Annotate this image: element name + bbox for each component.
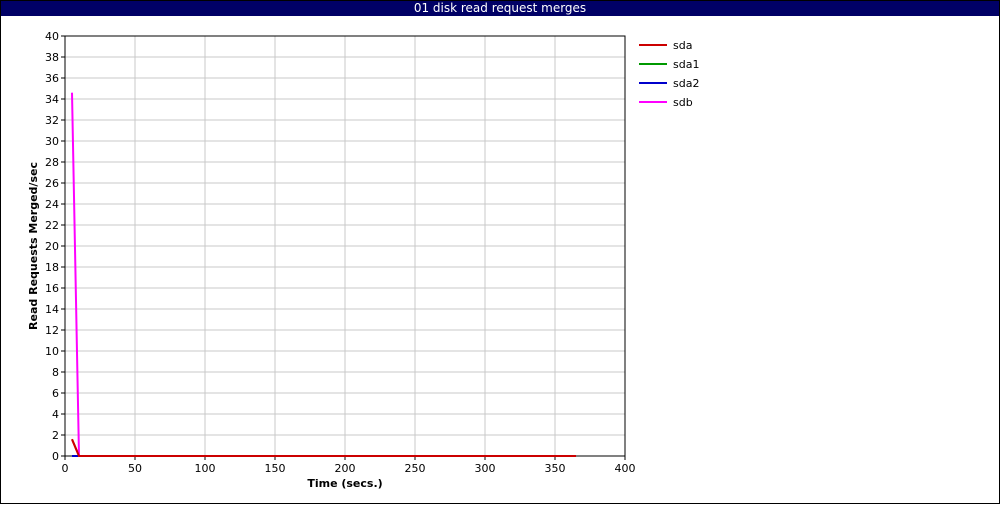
- series-lines: [71, 92, 576, 457]
- y-axis: 0246810121416182022242628303234363840: [45, 30, 65, 463]
- x-tick-label: 150: [265, 462, 286, 475]
- legend-label-sdb: sdb: [673, 96, 693, 109]
- y-tick-label: 20: [45, 240, 59, 253]
- series-line-sdb: [71, 92, 576, 457]
- x-tick-label: 350: [545, 462, 566, 475]
- x-axis-label: Time (secs.): [307, 477, 382, 490]
- y-tick-label: 12: [45, 324, 59, 337]
- x-tick-label: 400: [615, 462, 636, 475]
- legend-label-sda2: sda2: [673, 77, 699, 90]
- y-tick-label: 16: [45, 282, 59, 295]
- chart-window: 01 disk read request merges 0 2 4 6 8 10 12 14 1…: [0, 0, 1000, 504]
- y-tick-label: 24: [45, 198, 59, 211]
- x-tick-label: 50: [128, 462, 142, 475]
- series-line-sda-overlay: [71, 438, 576, 457]
- y-tick-label: 10: [45, 345, 59, 358]
- series-line-sda: [71, 438, 576, 457]
- y-tick-label: 40: [45, 30, 59, 43]
- y-tick-label: 2: [52, 429, 59, 442]
- x-tick-label: 0: [62, 462, 69, 475]
- y-tick-label: 26: [45, 177, 59, 190]
- y-tick-label: 38: [45, 51, 59, 64]
- grid-lines: [64, 35, 626, 457]
- y-tick-label: 4: [52, 408, 59, 421]
- chart-title: 01 disk read request merges: [1, 1, 999, 16]
- y-tick-label: 36: [45, 72, 59, 85]
- y-tick-label: 0: [52, 450, 59, 463]
- y-tick-label: 14: [45, 303, 59, 316]
- y-axis-label: Read Requests Merged/sec: [27, 162, 40, 330]
- line-chart: 0246810121416182022242628303234363840 05…: [27, 30, 699, 490]
- x-axis: 0 50 100 150 200 250 300 350 400: [62, 456, 636, 475]
- y-tick-label: 22: [45, 219, 59, 232]
- y-tick-label: 8: [52, 366, 59, 379]
- y-tick-label: 6: [52, 387, 59, 400]
- y-tick-label: 32: [45, 114, 59, 127]
- legend-label-sda: sda: [673, 39, 692, 52]
- y-tick-label: 34: [45, 93, 59, 106]
- legend: sda sda1 sda2 sdb: [639, 39, 699, 109]
- x-tick-label: 100: [195, 462, 216, 475]
- y-tick-label: 18: [45, 261, 59, 274]
- y-tick-label: 28: [45, 156, 59, 169]
- x-tick-label: 200: [335, 462, 356, 475]
- x-tick-label: 300: [475, 462, 496, 475]
- legend-label-sda1: sda1: [673, 58, 699, 71]
- x-tick-label: 250: [405, 462, 426, 475]
- y-tick-label: 30: [45, 135, 59, 148]
